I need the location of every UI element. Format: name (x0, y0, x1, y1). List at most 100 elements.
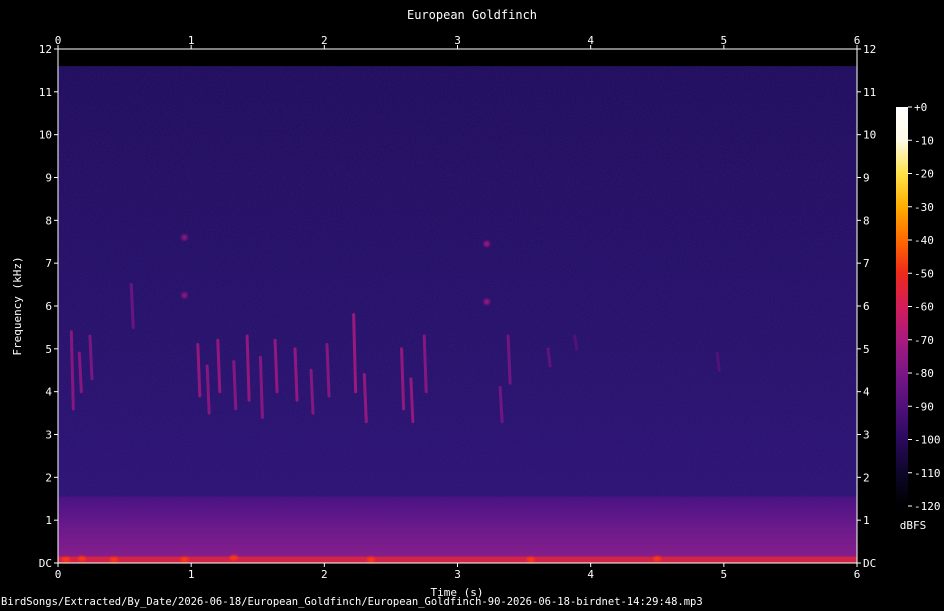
y-tick-label: 1 (45, 514, 52, 527)
call-mark (409, 377, 415, 424)
colorbar-tick-label: -110 (914, 467, 941, 480)
call-mark (273, 338, 279, 394)
x-tick-label-top: 5 (721, 34, 728, 47)
y-tick-label-right: 2 (863, 471, 870, 484)
colorbar-label: dBFS (900, 519, 927, 532)
colorbar-tick-label: -10 (914, 134, 934, 147)
colorbar-tick-label: -30 (914, 201, 934, 214)
y-tick-label: 11 (39, 86, 52, 99)
dc-bright-spot (61, 557, 70, 563)
colorbar-tick-label: -20 (914, 168, 934, 181)
y-tick-label-right: 6 (863, 300, 870, 313)
plot-area (58, 66, 857, 563)
dot-mark (483, 240, 490, 247)
call-mark (325, 343, 331, 398)
dot-mark (483, 298, 490, 305)
x-tick-label-top: 6 (854, 34, 861, 47)
y-tick-label-right: 7 (863, 257, 870, 270)
colorbar-tick-label: -50 (914, 267, 934, 280)
y-tick-label-right: 1 (863, 514, 870, 527)
call-mark (129, 283, 135, 329)
call-mark (309, 368, 315, 415)
call-mark (216, 338, 222, 394)
call-mark (232, 360, 238, 411)
call-mark (205, 364, 211, 415)
call-mark (546, 347, 552, 368)
call-mark (715, 351, 721, 372)
colorbar-tick-label: -100 (914, 434, 941, 447)
x-tick-label: 0 (55, 568, 62, 581)
y-tick-label: 10 (39, 129, 52, 142)
y-tick-label: DC (39, 557, 52, 570)
y-tick-label-right: 3 (863, 429, 870, 442)
call-mark (88, 334, 94, 381)
x-tick-label-top: 1 (188, 34, 195, 47)
x-tick-label: 2 (321, 568, 328, 581)
dot-mark (181, 292, 188, 299)
y-tick-label-right: 12 (863, 43, 876, 56)
y-tick-label-right: 5 (863, 343, 870, 356)
y-tick-label: 7 (45, 257, 52, 270)
x-tick-label: 3 (454, 568, 461, 581)
dc-bright-spot (180, 557, 189, 563)
chart-title: European Goldfinch (407, 8, 537, 22)
x-tick-label: 5 (721, 568, 728, 581)
colorbar-tick-label: -90 (914, 400, 934, 413)
x-tick-label-top: 2 (321, 34, 328, 47)
dc-bright-spot (366, 557, 375, 563)
y-tick-label-right: 4 (863, 386, 870, 399)
colorbar-tick-label: -40 (914, 234, 934, 247)
call-mark (245, 334, 251, 402)
call-mark (196, 343, 202, 398)
y-tick-label: 12 (39, 43, 52, 56)
y-tick-label-right: 10 (863, 129, 876, 142)
y-tick-label-right: 11 (863, 86, 876, 99)
y-tick-label: 3 (45, 429, 52, 442)
y-axis-label: Frequency (kHz) (11, 256, 24, 355)
dc-bright-spot (229, 555, 238, 561)
dc-bright-spot (526, 557, 535, 563)
y-tick-label-right: DC (863, 557, 876, 570)
noise-texture (58, 66, 857, 563)
x-tick-label: 1 (188, 568, 195, 581)
colorbar-ticks: +0 -10 -20 -30 -40 -50 -60 -70 -80 -90 -100 -110 -12… (908, 101, 941, 513)
dc-band (58, 556, 857, 563)
dc-bright-spot (653, 556, 662, 562)
y-tick-label: 6 (45, 300, 52, 313)
y-tick-label-right: 9 (863, 172, 870, 185)
call-mark (77, 351, 83, 394)
call-mark (258, 355, 264, 419)
file-path: BirdSongs/Extracted/By_Date/2026-06-18/E… (1, 596, 703, 608)
dot-mark (181, 234, 188, 241)
colorbar-tick-label: -120 (914, 500, 941, 513)
colorbar-tick-label: -60 (914, 301, 934, 314)
colorbar: +0 -10 -20 -30 -40 -50 -60 -70 -80 -90 -100 -110 -12… (896, 101, 941, 532)
colorbar-tick-label: +0 (914, 101, 927, 114)
call-mark (69, 330, 75, 411)
x-tick-label-top: 0 (55, 34, 62, 47)
spectrogram-chart: 00112233445566DC DC1 12 23 34 45 56 67 78 89 910 10… (11, 8, 941, 599)
call-mark (506, 334, 512, 385)
x-tick-label-top: 4 (587, 34, 594, 47)
y-tick-label: 4 (45, 386, 52, 399)
y-tick-label: 5 (45, 343, 52, 356)
call-mark (362, 373, 368, 424)
low-frequency-band (58, 496, 857, 563)
y-tick-label: 8 (45, 214, 52, 227)
call-mark (293, 347, 299, 402)
x-tick-label: 4 (587, 568, 594, 581)
colorbar-gradient (896, 107, 908, 506)
x-tick-label-top: 3 (454, 34, 461, 47)
call-mark (400, 347, 406, 411)
call-mark (498, 385, 504, 424)
call-mark (422, 334, 428, 394)
dc-bright-spot (77, 556, 86, 562)
colorbar-tick-label: -80 (914, 367, 934, 380)
call-mark (573, 334, 579, 351)
colorbar-tick-label: -70 (914, 334, 934, 347)
x-tick-label: 6 (854, 568, 861, 581)
y-tick-label: 2 (45, 471, 52, 484)
y-tick-label-right: 8 (863, 214, 870, 227)
y-tick-label: 9 (45, 172, 52, 185)
call-mark (352, 313, 358, 394)
